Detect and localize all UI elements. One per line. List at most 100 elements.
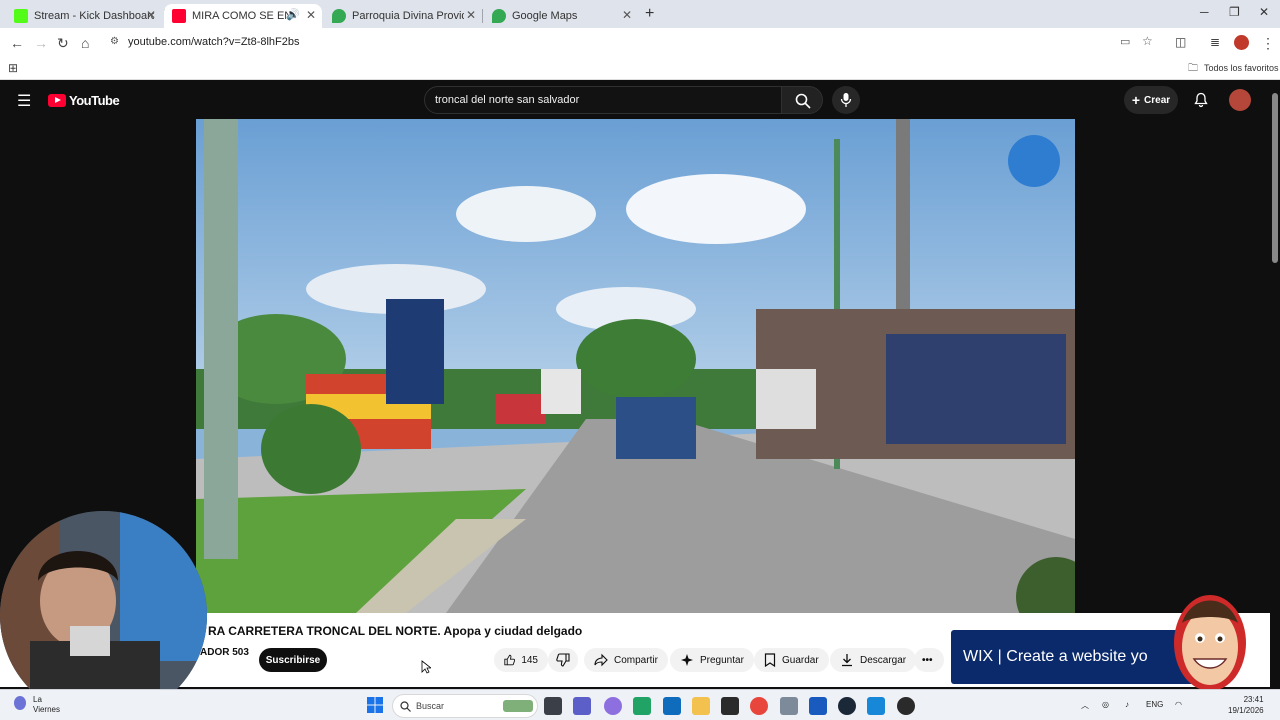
search-icon — [795, 93, 811, 109]
bookmark-star-icon[interactable]: ☆ — [1142, 34, 1153, 48]
like-button[interactable]: 145 — [494, 648, 548, 672]
bookmarks-bar: ⊞ 🗀 Todos los favoritos — [0, 58, 1280, 80]
search-query[interactable]: troncal del norte san salvador — [435, 94, 579, 106]
youtube-wordmark: YouTube — [69, 93, 120, 108]
chrome-icon[interactable] — [750, 697, 768, 715]
tab-close-icon[interactable]: ✕ — [306, 8, 316, 22]
weather-icon[interactable] — [14, 696, 26, 710]
teams-icon[interactable] — [573, 697, 591, 715]
file-explorer-icon[interactable] — [692, 697, 710, 715]
omnibox[interactable]: ⚙ youtube.com/watch?v=Zt8-8lhF2bs ▭ ☆ — [104, 31, 1153, 55]
tab-title: Google Maps — [512, 10, 578, 22]
youtube-icon — [172, 9, 186, 23]
voice-search-button[interactable] — [832, 86, 860, 114]
camera-app-icon[interactable] — [780, 697, 798, 715]
search-input[interactable]: troncal del norte san salvador — [424, 86, 782, 114]
video-frame — [196, 119, 1075, 613]
youtube-logo[interactable]: YouTube — [48, 93, 120, 108]
channel-avatar[interactable] — [1229, 89, 1251, 111]
like-count: 145 — [521, 654, 538, 666]
search-highlight-image — [503, 700, 533, 712]
taskbar-search-input[interactable]: Buscar — [392, 694, 538, 718]
tab-separator — [482, 9, 483, 23]
maximize-icon[interactable]: ❐ — [1229, 5, 1240, 19]
reload-icon[interactable]: ↻ — [57, 35, 69, 52]
thumbs-up-icon — [504, 654, 516, 666]
subscribe-button[interactable]: Suscribirse — [259, 648, 327, 672]
language-indicator[interactable]: ENG — [1146, 700, 1163, 709]
tab-title: Stream - Kick Dashboard — [34, 10, 154, 22]
weather-day[interactable]: Viernes — [33, 705, 60, 714]
url-text[interactable]: youtube.com/watch?v=Zt8-8lhF2bs — [128, 36, 300, 48]
search-button[interactable] — [781, 86, 823, 114]
sparkle-icon — [681, 654, 693, 666]
more-actions-button[interactable]: ••• — [914, 648, 944, 672]
tab-google-maps[interactable]: Google Maps ✕ — [484, 4, 638, 28]
clock-time: 23:41 — [1243, 695, 1264, 704]
media-app-icon[interactable] — [721, 697, 739, 715]
ask-button[interactable]: Preguntar — [670, 648, 754, 672]
youtube-masthead: ☰ YouTube troncal del norte san salvador… — [0, 81, 1270, 119]
windows-taskbar: La Viernes Buscar ︿ ◎ ♪ ENG ◠ 23:41 19/1… — [0, 689, 1280, 720]
tab-youtube-video[interactable]: MIRA COMO SE ENCUENTR 🔊 ✕ — [164, 4, 322, 28]
clock-date: 19/1/2026 — [1228, 706, 1264, 715]
scrollbar-thumb[interactable] — [1272, 93, 1278, 263]
bookmark-icon — [764, 653, 776, 667]
speaker-icon[interactable]: 🔊 — [286, 8, 300, 21]
page-scrollbar[interactable] — [1270, 81, 1280, 689]
copilot-icon[interactable] — [604, 697, 622, 715]
hamburger-menu-icon[interactable]: ☰ — [17, 91, 31, 111]
outlook-icon[interactable] — [663, 697, 681, 715]
wix-ad-banner[interactable]: WIX | Create a website yo — [951, 630, 1201, 684]
reading-list-icon[interactable]: ≣ — [1210, 35, 1220, 49]
save-button[interactable]: Guardar — [754, 648, 829, 672]
tray-app-icon[interactable]: ◎ — [1102, 700, 1109, 709]
download-button[interactable]: Descargar — [830, 648, 917, 672]
home-icon[interactable]: ⌂ — [81, 35, 89, 51]
tray-overflow-icon[interactable]: ︿ — [1081, 700, 1089, 711]
tab-close-icon[interactable]: ✕ — [466, 8, 476, 22]
tray-mic-icon[interactable]: ♪ — [1125, 700, 1129, 709]
browser-tab-strip: Stream - Kick Dashboard ✕ MIRA COMO SE E… — [0, 0, 1280, 28]
dislike-button[interactable] — [548, 648, 578, 672]
video-player[interactable] — [196, 119, 1075, 613]
close-window-icon[interactable]: ✕ — [1259, 5, 1269, 19]
store-icon[interactable] — [867, 697, 885, 715]
tab-close-icon[interactable]: ✕ — [146, 8, 156, 22]
tab-kick-dashboard[interactable]: Stream - Kick Dashboard ✕ — [6, 4, 162, 28]
forward-icon[interactable]: → — [34, 35, 48, 51]
create-label: Crear — [1144, 94, 1171, 106]
search-icon — [400, 701, 411, 712]
taskbar-clock[interactable]: 23:41 19/1/2026 — [1228, 694, 1264, 716]
profile-avatar[interactable] — [1234, 35, 1249, 50]
task-view-icon[interactable] — [544, 697, 562, 715]
wifi-icon[interactable]: ◠ — [1175, 700, 1182, 709]
site-info-icon[interactable]: ⚙ — [110, 36, 119, 47]
windows-start-icon[interactable] — [367, 697, 383, 713]
cast-icon[interactable]: ▭ — [1120, 35, 1130, 48]
microphone-icon — [840, 93, 852, 107]
back-icon[interactable]: ← — [10, 35, 24, 51]
obs-icon[interactable] — [897, 697, 915, 715]
notifications-bell-icon[interactable] — [1194, 92, 1208, 108]
camtasia-icon[interactable] — [633, 697, 651, 715]
apps-grid-icon[interactable]: ⊞ — [8, 61, 18, 75]
chrome-menu-icon[interactable]: ⋮ — [1261, 35, 1275, 52]
steam-icon[interactable] — [838, 697, 856, 715]
all-bookmarks-link[interactable]: Todos los favoritos — [1204, 63, 1279, 73]
extensions-icon[interactable]: ◫ — [1175, 35, 1186, 49]
word-icon[interactable] — [809, 697, 827, 715]
more-dots-icon: ••• — [922, 654, 933, 666]
channel-name[interactable]: ADOR 503 — [200, 647, 249, 658]
cartoon-avatar-overlay — [1174, 595, 1246, 691]
minimize-icon[interactable]: ─ — [1200, 5, 1209, 19]
tab-parroquia[interactable]: Parroquia Divina Providencia - ( ✕ — [324, 4, 482, 28]
weather-label[interactable]: La — [33, 695, 42, 704]
address-toolbar: ← → ↻ ⌂ ⚙ youtube.com/watch?v=Zt8-8lhF2b… — [0, 28, 1280, 58]
create-button[interactable]: + Crear — [1124, 86, 1178, 114]
tab-close-icon[interactable]: ✕ — [622, 8, 632, 22]
ad-text: WIX | Create a website yo — [963, 648, 1148, 665]
new-tab-icon[interactable]: + — [645, 5, 654, 23]
share-button[interactable]: Compartir — [584, 648, 668, 672]
video-title: RA CARRETERA TRONCAL DEL NORTE. Apopa y … — [208, 624, 583, 638]
